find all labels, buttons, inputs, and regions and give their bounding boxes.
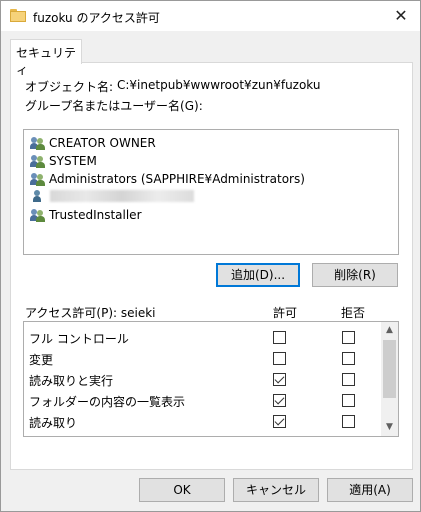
deny-checkbox[interactable] — [342, 352, 355, 365]
permissions-dialog: fuzoku のアクセス許可 ✕ セキュリティ オブジェクト名: C:¥inet… — [0, 0, 421, 512]
permission-row: 読み取りと実行 — [24, 369, 382, 390]
users-icon — [30, 154, 46, 168]
users-icon — [30, 208, 46, 222]
apply-button[interactable]: 適用(A) — [327, 478, 413, 502]
user-name: CREATOR OWNER — [49, 136, 156, 150]
cancel-button[interactable]: キャンセル — [233, 478, 319, 502]
allow-column-header: 許可 — [273, 306, 298, 320]
permissions-label: アクセス許可(P): seieki — [25, 306, 156, 320]
redacted-name — [50, 190, 194, 202]
user-name: TrustedInstaller — [49, 208, 142, 222]
add-button[interactable]: 追加(D)... — [216, 263, 300, 287]
allow-checkbox[interactable] — [273, 394, 286, 407]
list-item[interactable]: CREATOR OWNER — [30, 134, 156, 152]
scroll-down-arrow-icon[interactable]: ▼ — [381, 419, 398, 436]
folder-icon — [10, 9, 26, 22]
user-list[interactable]: CREATOR OWNER SYSTEM Administrators (SAP… — [23, 129, 399, 255]
permission-name: フォルダーの内容の一覧表示 — [29, 395, 186, 409]
users-icon — [30, 136, 46, 150]
ok-button[interactable]: OK — [139, 478, 225, 502]
list-item-redacted[interactable] — [30, 187, 194, 205]
window-title: fuzoku のアクセス許可 — [33, 11, 160, 25]
close-button[interactable]: ✕ — [392, 7, 410, 25]
tab-security[interactable]: セキュリティ — [10, 39, 82, 77]
remove-button[interactable]: 削除(R) — [312, 263, 398, 287]
users-icon — [30, 172, 46, 186]
allow-checkbox[interactable] — [273, 415, 286, 428]
permission-name: 読み取りと実行 — [29, 374, 114, 388]
deny-checkbox[interactable] — [342, 394, 355, 407]
group-list-label: グループ名またはユーザー名(G): — [25, 99, 203, 113]
user-name: Administrators (SAPPHIRE¥Administrators) — [49, 172, 305, 186]
permission-list[interactable]: フル コントロール 変更 読み取りと実行 フォルダーの内容の一覧表示 読み取り … — [23, 321, 399, 437]
permission-row: フル コントロール — [24, 327, 382, 348]
deny-checkbox[interactable] — [342, 331, 355, 344]
permission-name: 変更 — [29, 353, 54, 367]
permission-row: フォルダーの内容の一覧表示 — [24, 390, 382, 411]
permission-scrollbar[interactable]: ▲ ▼ — [381, 322, 398, 436]
list-item[interactable]: Administrators (SAPPHIRE¥Administrators) — [30, 170, 305, 188]
allow-checkbox[interactable] — [273, 352, 286, 365]
deny-checkbox[interactable] — [342, 373, 355, 386]
user-name: SYSTEM — [49, 154, 97, 168]
user-icon — [30, 189, 46, 203]
title-bar: fuzoku のアクセス許可 ✕ — [1, 1, 420, 31]
allow-checkbox[interactable] — [273, 331, 286, 344]
deny-column-header: 拒否 — [341, 306, 366, 320]
permission-name: フル コントロール — [29, 332, 129, 346]
list-item[interactable]: TrustedInstaller — [30, 206, 142, 224]
object-name-label: オブジェクト名: — [25, 80, 114, 94]
permission-row: 変更 — [24, 348, 382, 369]
list-item[interactable]: SYSTEM — [30, 152, 97, 170]
allow-checkbox[interactable] — [273, 373, 286, 386]
scroll-up-arrow-icon[interactable]: ▲ — [381, 322, 398, 339]
deny-checkbox[interactable] — [342, 415, 355, 428]
object-name-value: C:¥inetpub¥wwwroot¥zun¥fuzoku — [117, 78, 321, 92]
scroll-thumb[interactable] — [383, 340, 396, 398]
permission-row: 読み取り — [24, 411, 382, 432]
permission-name: 読み取り — [29, 416, 78, 430]
